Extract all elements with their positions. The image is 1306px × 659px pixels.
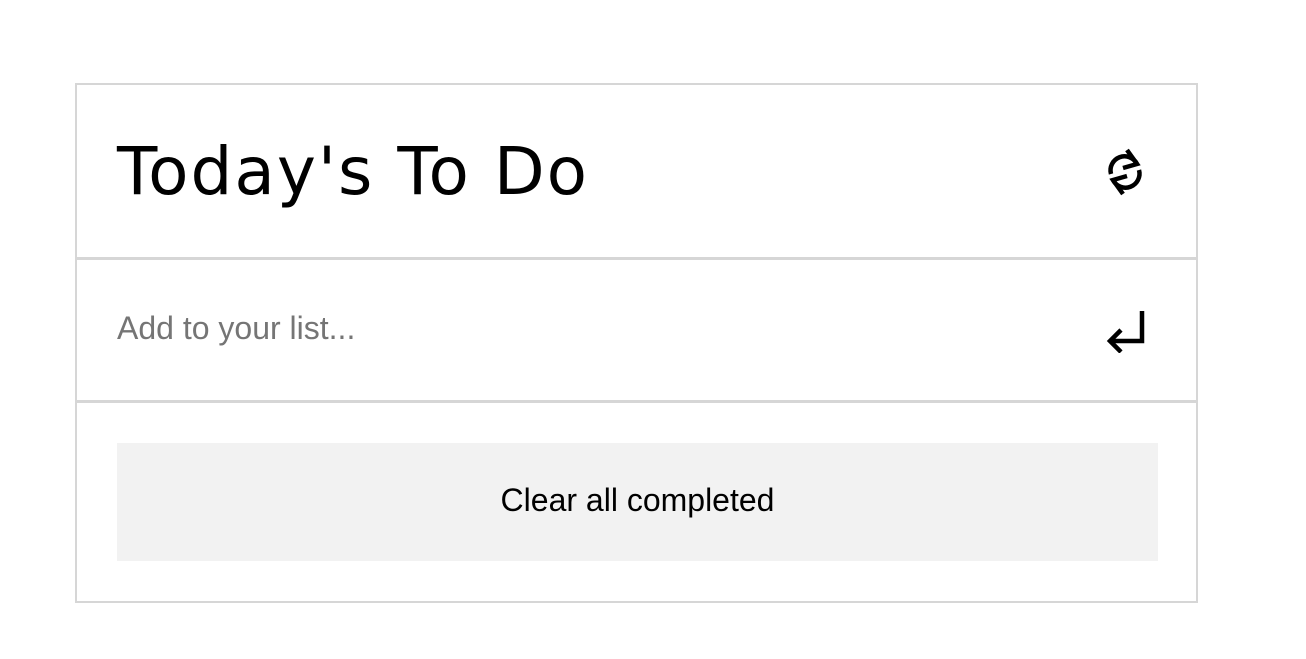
refresh-icon (1108, 148, 1142, 196)
page-title: Today's To Do (117, 133, 590, 210)
enter-icon (1106, 311, 1145, 353)
todo-header: Today's To Do (77, 85, 1196, 260)
todo-footer: Clear all completed (77, 403, 1196, 561)
add-item-submit-button[interactable] (1104, 307, 1148, 355)
add-item-input[interactable] (117, 309, 1017, 347)
refresh-button[interactable] (1102, 144, 1148, 200)
todo-card: Today's To Do Clear all completed (75, 83, 1198, 603)
add-item-row (77, 260, 1196, 403)
clear-completed-button[interactable]: Clear all completed (117, 443, 1158, 561)
